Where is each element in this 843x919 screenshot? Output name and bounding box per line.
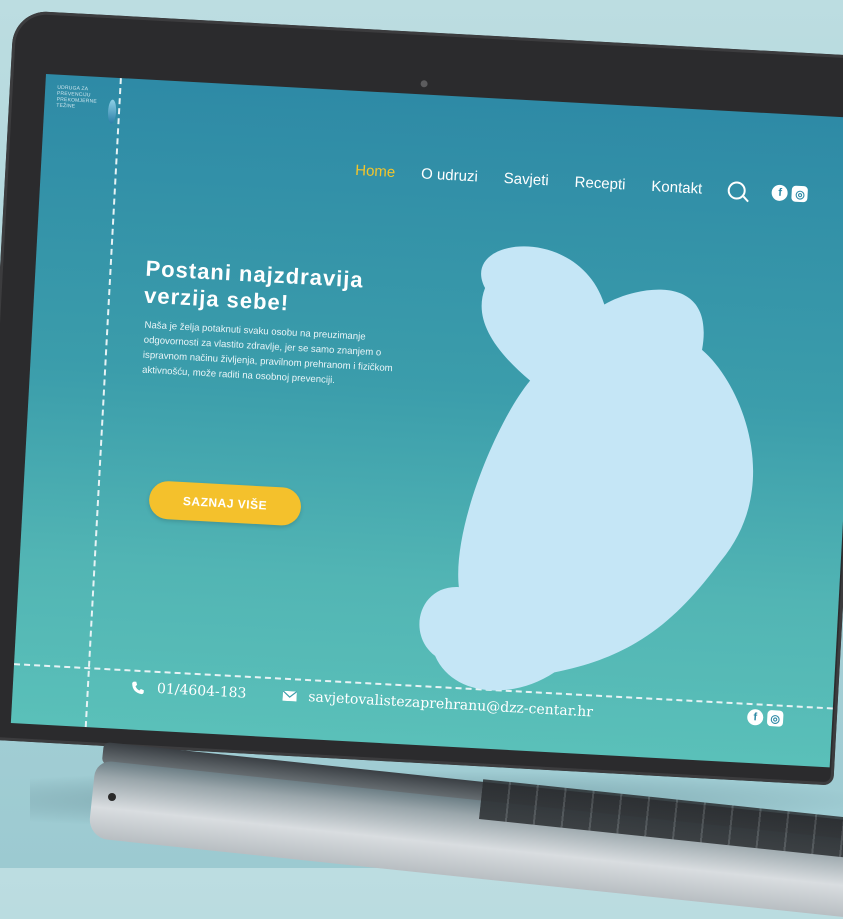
website-screen: UDRUGA ZA PREVENCIJU PREKOMJERNE TEŽINE … bbox=[10, 74, 843, 768]
social-links: f ◎ bbox=[771, 184, 809, 203]
nav-item-savjeti[interactable]: Savjeti bbox=[503, 169, 549, 188]
nav-item-kontakt[interactable]: Kontakt bbox=[651, 177, 703, 197]
saznaj-vise-button[interactable]: SAZNAJ VIŠE bbox=[148, 480, 302, 527]
mail-icon bbox=[282, 690, 297, 702]
dashed-guide-vertical bbox=[84, 78, 122, 728]
instagram-icon[interactable]: ◎ bbox=[766, 709, 784, 727]
nav-item-home[interactable]: Home bbox=[355, 161, 396, 180]
logo-leaf-icon bbox=[107, 99, 117, 124]
facebook-icon[interactable]: f bbox=[746, 708, 764, 726]
phone-contact[interactable]: 01/4604-183 bbox=[131, 680, 247, 702]
phone-icon bbox=[132, 681, 144, 695]
hero-title: Postani najzdravija verzija sebe! bbox=[143, 255, 365, 316]
footer-social-links: f ◎ bbox=[746, 708, 784, 727]
camera-icon bbox=[420, 80, 428, 88]
nav-item-recepti[interactable]: Recepti bbox=[574, 173, 626, 193]
laptop-indicator bbox=[108, 793, 116, 801]
phone-number: 01/4604-183 bbox=[156, 680, 247, 702]
decorative-blob-illustration bbox=[419, 246, 754, 691]
site-logo[interactable]: UDRUGA ZA PREVENCIJU PREKOMJERNE TEŽINE bbox=[54, 85, 117, 148]
hero-description: Naša je želja potaknuti svaku osobu na p… bbox=[141, 319, 393, 387]
facebook-icon[interactable]: f bbox=[771, 184, 789, 202]
search-icon[interactable] bbox=[727, 181, 747, 201]
nav-item-o-udruzi[interactable]: O udruzi bbox=[421, 165, 479, 185]
main-nav: Home O udruzi Savjeti Recepti Kontakt f … bbox=[355, 161, 809, 203]
instagram-icon[interactable]: ◎ bbox=[791, 185, 809, 203]
laptop-mockup: UDRUGA ZA PREVENCIJU PREKOMJERNE TEŽINE … bbox=[0, 0, 843, 919]
